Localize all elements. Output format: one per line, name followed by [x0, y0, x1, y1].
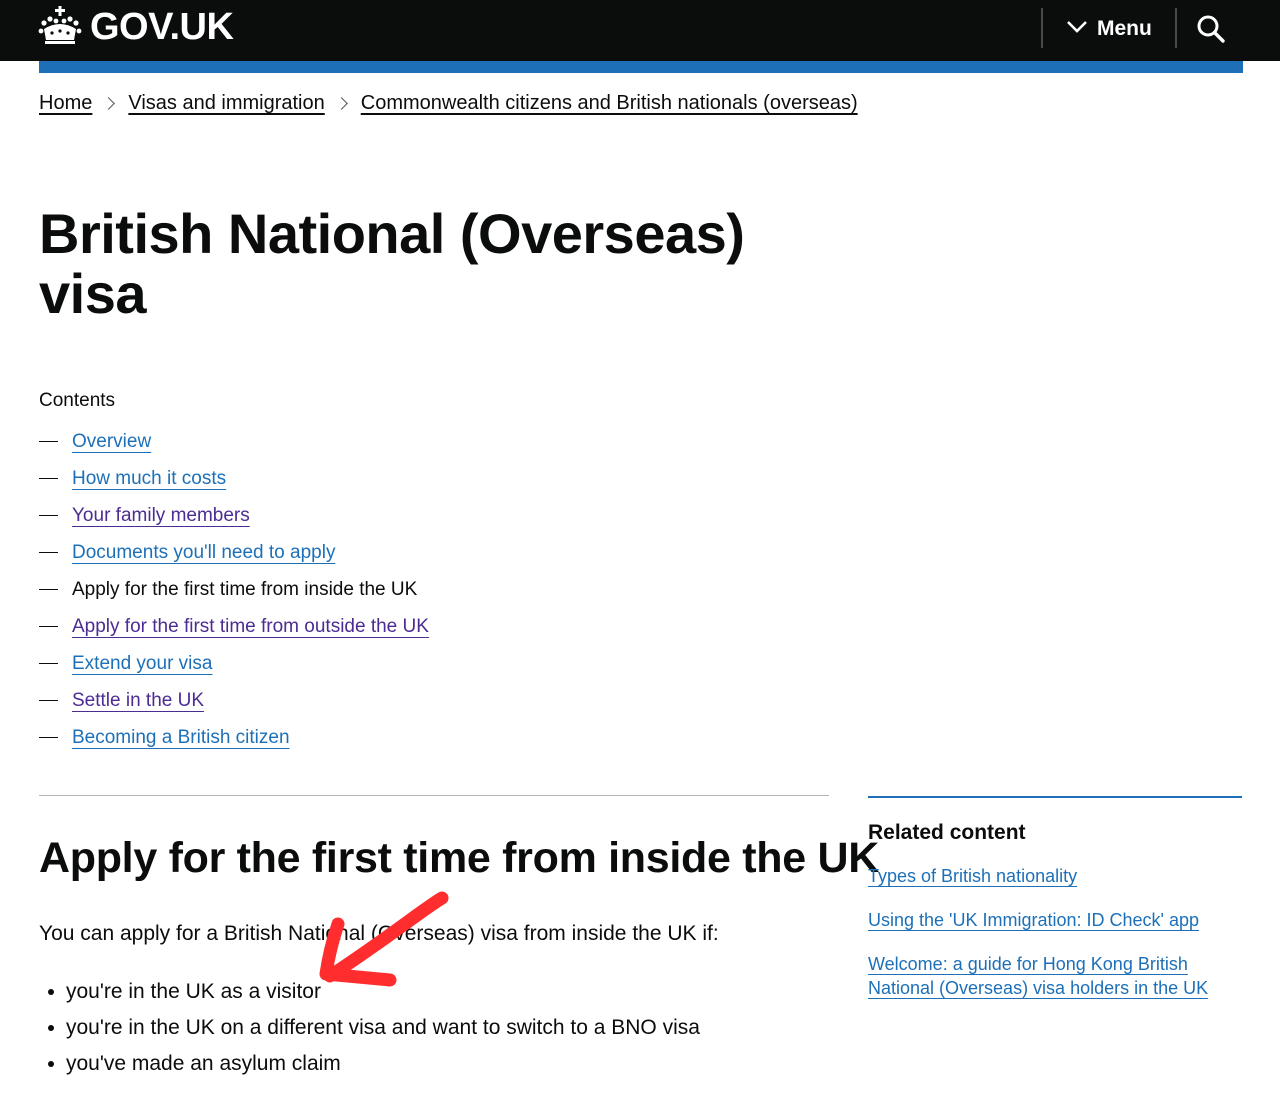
dash-marker — [39, 625, 58, 628]
header-accent-bar — [39, 61, 1243, 73]
bullet-icon — [48, 989, 54, 995]
contents-link-costs[interactable]: How much it costs — [72, 468, 226, 490]
contents-link-apply-outside[interactable]: Apply for the first time from outside th… — [72, 616, 429, 638]
related-link-hk-guide[interactable]: Welcome: a guide for Hong Kong British N… — [868, 954, 1208, 998]
dash-marker — [39, 440, 58, 443]
bullet-list: you're in the UK as a visitor you're in … — [48, 974, 700, 1082]
header-divider — [1041, 8, 1043, 48]
related-content: Related content Types of British nationa… — [868, 796, 1242, 1020]
contents-link-extend[interactable]: Extend your visa — [72, 653, 212, 675]
related-link-nationality[interactable]: Types of British nationality — [868, 866, 1077, 886]
chevron-right-icon — [102, 97, 116, 110]
contents-item: How much it costs — [39, 460, 429, 497]
page-title: British National (Overseas) visa — [39, 202, 745, 325]
bullet-icon — [48, 1061, 54, 1067]
list-item-text: you're in the UK on a different visa and… — [66, 1016, 700, 1039]
dash-marker — [39, 699, 58, 702]
breadcrumb-commonwealth[interactable]: Commonwealth citizens and British nation… — [361, 92, 858, 115]
breadcrumb-visas[interactable]: Visas and immigration — [128, 92, 324, 115]
dash-marker — [39, 662, 58, 665]
dash-marker — [39, 514, 58, 517]
contents-item: Extend your visa — [39, 645, 429, 682]
logo-text: GOV.UK — [90, 5, 234, 48]
section-divider — [39, 795, 829, 796]
chevron-right-icon — [334, 97, 348, 110]
list-item-text: you're in the UK as a visitor — [66, 980, 321, 1003]
site-header: GOV.UK Menu — [0, 0, 1280, 61]
search-button[interactable] — [1196, 14, 1226, 44]
related-link-id-check[interactable]: Using the 'UK Immigration: ID Check' app — [868, 910, 1199, 930]
related-title: Related content — [868, 821, 1026, 844]
contents-list: Overview How much it costs Your family m… — [39, 423, 429, 756]
section-intro: You can apply for a British National (Ov… — [39, 922, 719, 945]
related-item: Using the 'UK Immigration: ID Check' app — [868, 908, 1242, 932]
breadcrumb: Home Visas and immigration Commonwealth … — [39, 92, 858, 115]
contents-item: Becoming a British citizen — [39, 719, 429, 756]
related-item: Welcome: a guide for Hong Kong British N… — [868, 952, 1242, 1000]
contents-current-item: Apply for the first time from inside the… — [72, 578, 418, 600]
contents-link-documents[interactable]: Documents you'll need to apply — [72, 542, 335, 564]
header-divider — [1175, 8, 1177, 48]
govuk-logo-link[interactable]: GOV.UK — [38, 4, 234, 50]
chevron-down-icon — [1066, 17, 1097, 41]
contents-link-citizen[interactable]: Becoming a British citizen — [72, 727, 290, 749]
contents-item: Apply for the first time from inside the… — [39, 571, 429, 608]
menu-label: Menu — [1097, 17, 1152, 40]
contents-item: Overview — [39, 423, 429, 460]
dash-marker — [39, 736, 58, 739]
contents-label: Contents — [39, 390, 116, 411]
contents-item: Your family members — [39, 497, 429, 534]
contents-link-settle[interactable]: Settle in the UK — [72, 690, 204, 712]
crown-icon — [38, 5, 82, 50]
list-item: you're in the UK as a visitor — [48, 974, 700, 1010]
list-item-text: you've made an asylum claim — [66, 1052, 341, 1075]
dash-marker — [39, 477, 58, 480]
related-links: Types of British nationality Using the '… — [868, 864, 1242, 1000]
contents-link-family[interactable]: Your family members — [72, 505, 250, 527]
menu-button[interactable]: Menu — [1066, 10, 1152, 48]
section-title: Apply for the first time from inside the… — [39, 834, 880, 882]
search-icon — [1196, 15, 1226, 48]
contents-item: Documents you'll need to apply — [39, 534, 429, 571]
dash-marker — [39, 588, 58, 591]
list-item: you've made an asylum claim — [48, 1046, 700, 1082]
bullet-icon — [48, 1025, 54, 1031]
breadcrumb-home[interactable]: Home — [39, 92, 92, 115]
dash-marker — [39, 551, 58, 554]
list-item: you're in the UK on a different visa and… — [48, 1010, 700, 1046]
related-item: Types of British nationality — [868, 864, 1242, 888]
contents-link-overview[interactable]: Overview — [72, 431, 151, 453]
contents-item: Apply for the first time from outside th… — [39, 608, 429, 645]
contents-item: Settle in the UK — [39, 682, 429, 719]
